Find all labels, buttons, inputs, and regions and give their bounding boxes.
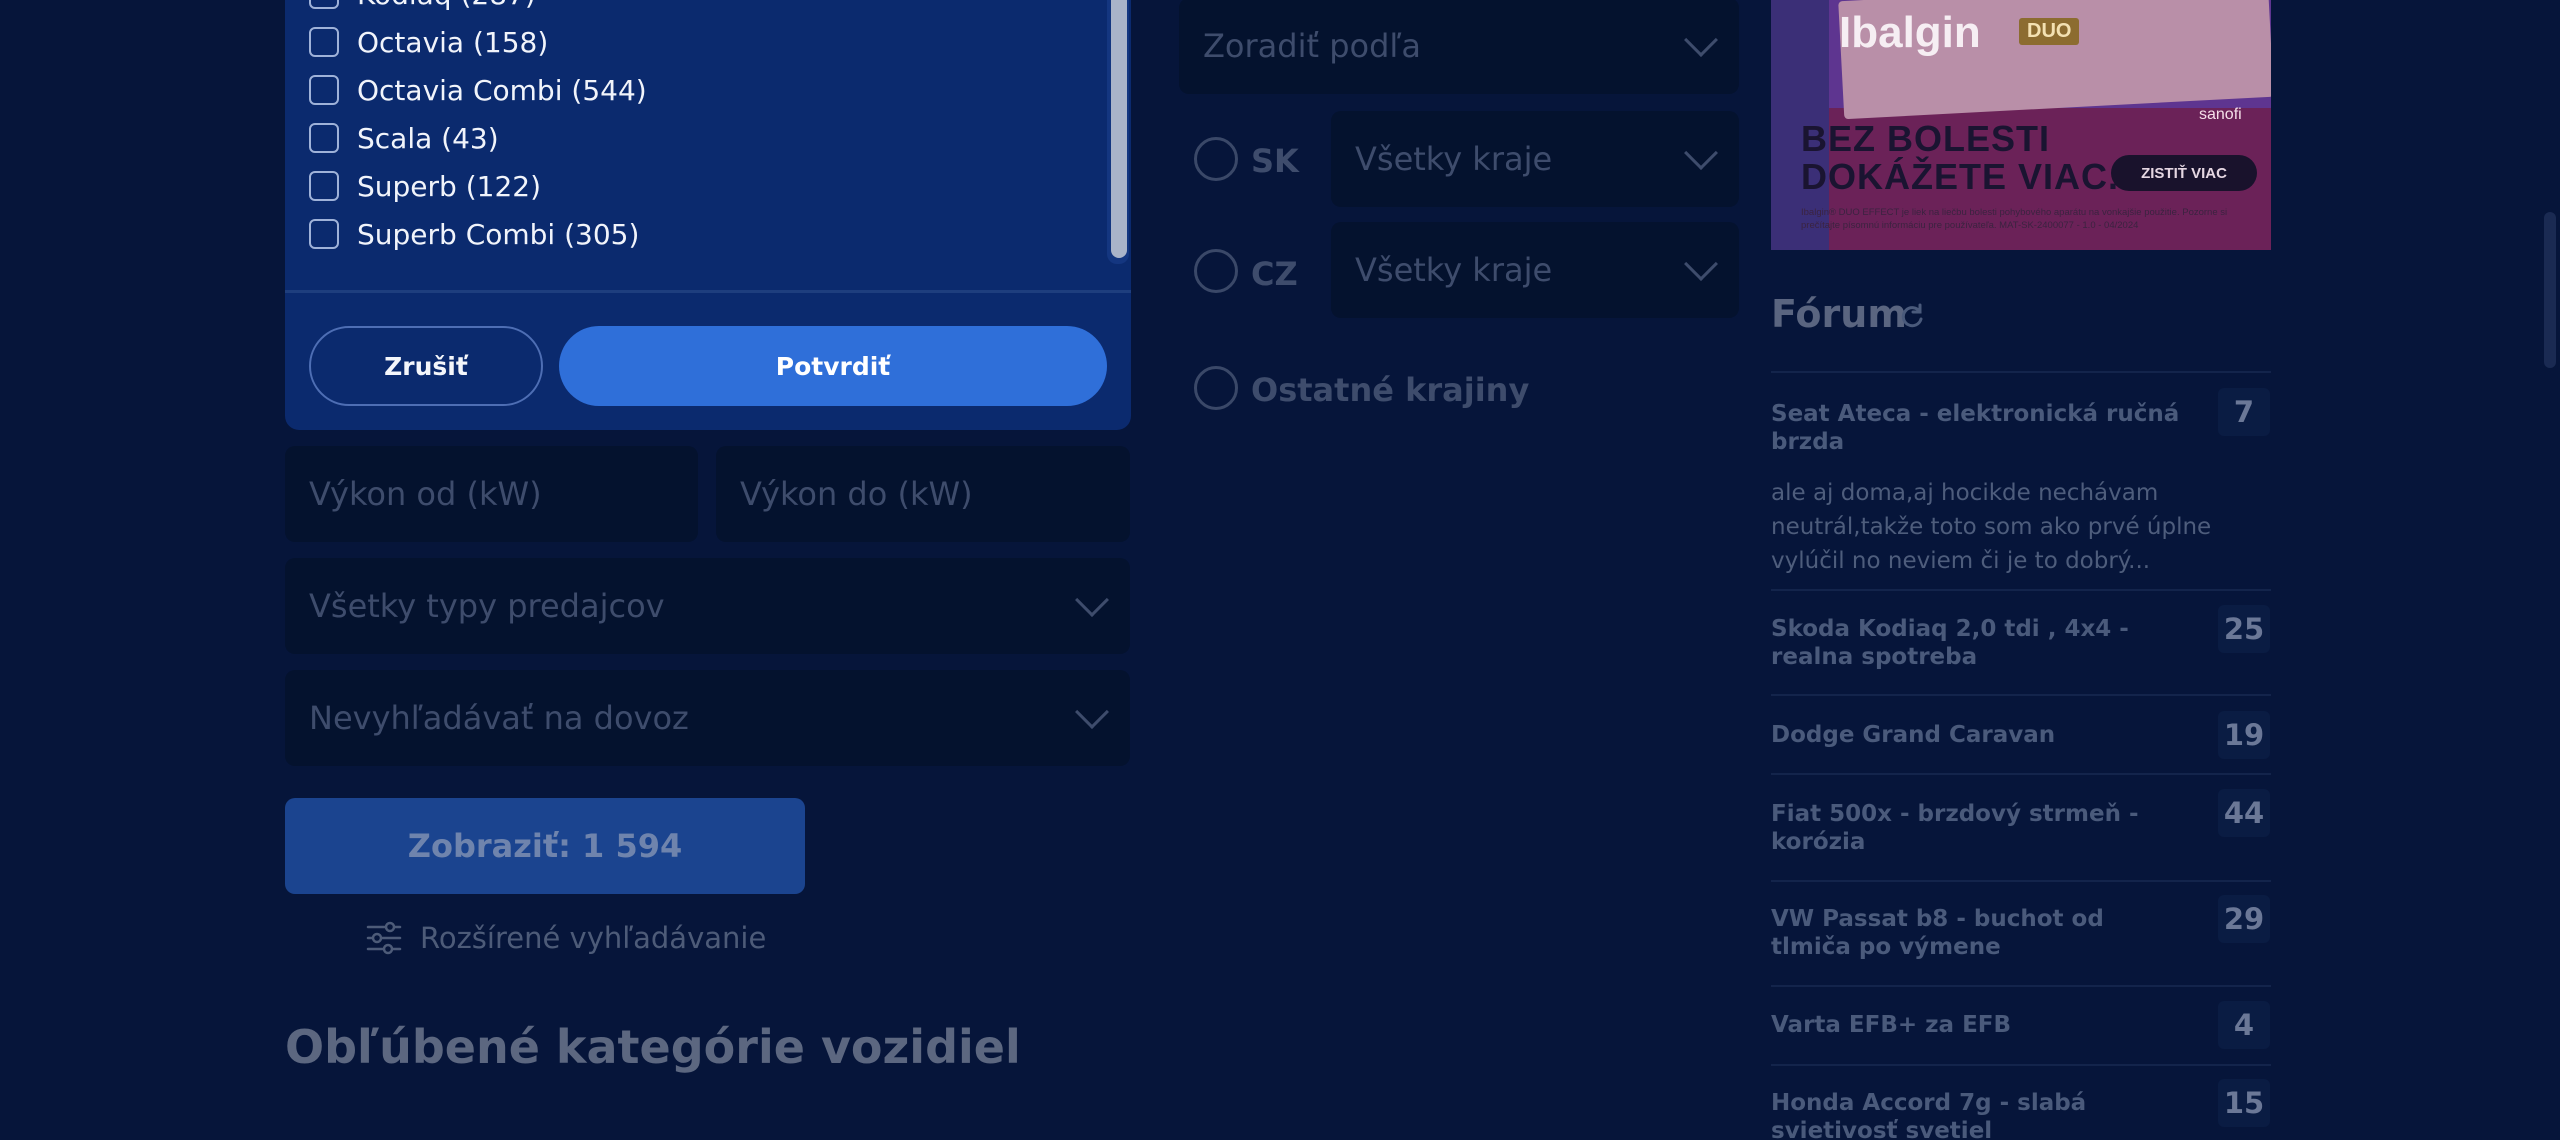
checkbox[interactable] (309, 123, 339, 153)
section-title: Obľúbené kategórie vozidiel (285, 1020, 1021, 1074)
forum-topic-snippet: ale aj doma,aj hocikde nechávam neutrál,… (1771, 480, 2212, 574)
model-option-label: Kodiaq (287) (357, 0, 536, 11)
chevron-down-icon (1684, 247, 1718, 281)
ad-banner[interactable]: Ibalgin DUO sanofi BEZ BOLESTI DOKÁŽETE … (1771, 0, 2271, 250)
advanced-search-link[interactable]: Rozšírené vyhľadávanie (366, 918, 766, 958)
checkbox[interactable] (309, 0, 339, 9)
forum-topic-link[interactable]: VW Passat b8 - buchot od tlmiča po výmen… (1771, 905, 2191, 961)
ad-brand-badge: DUO (2019, 18, 2080, 45)
radio-sk-label: SK (1251, 142, 1299, 180)
sort-select[interactable]: Zoradiť podľa (1179, 0, 1739, 94)
ad-brand: Ibalgin (1839, 8, 1981, 57)
model-option[interactable]: Scala (43) (309, 114, 499, 162)
divider (1771, 880, 2271, 882)
ad-headline-2: DOKÁŽETE VIAC. (1801, 156, 2120, 197)
forum-title: Fórum (1771, 292, 1907, 336)
divider (1771, 371, 2271, 373)
divider (1771, 1064, 2271, 1066)
forum-topic-count: 4 (2218, 1001, 2270, 1049)
model-option-label: Octavia (158) (357, 25, 549, 59)
page: Kodiaq (287) Octavia (158) Octavia Combi… (0, 0, 2560, 1140)
forum-topic-count: 25 (2218, 605, 2270, 653)
forum-topic-count: 15 (2218, 1079, 2270, 1127)
model-option[interactable]: Superb (122) (309, 162, 541, 210)
chevron-down-icon (1075, 695, 1109, 729)
forum-topic-link[interactable]: Varta EFB+ za EFB (1771, 1011, 2191, 1039)
model-option[interactable]: Superb Combi (305) (309, 210, 639, 258)
forum-topic-link[interactable]: Seat Ateca - elektronická ručná brzda (1771, 400, 2191, 456)
cancel-button[interactable]: Zrušiť (309, 326, 543, 406)
checkbox[interactable] (309, 27, 339, 57)
sliders-icon (366, 921, 402, 955)
model-option[interactable]: Octavia Combi (544) (309, 66, 647, 114)
forum-topic-count: 29 (2218, 895, 2270, 943)
cz-region-value: Všetky kraje (1355, 251, 1553, 289)
sort-value: Zoradiť podľa (1203, 27, 1421, 65)
show-results-button[interactable]: Zobraziť: 1 594 (285, 798, 805, 894)
chevron-down-icon (1075, 583, 1109, 617)
ad-cta-button[interactable]: ZISTIŤ VIAC (2111, 155, 2257, 191)
radio-sk[interactable] (1194, 137, 1238, 181)
radio-cz-label: CZ (1251, 255, 1298, 293)
divider (1771, 773, 2271, 775)
cz-region-select[interactable]: Všetky kraje (1331, 222, 1739, 318)
forum-topic-count: 7 (2218, 388, 2270, 436)
chevron-down-icon (1684, 136, 1718, 170)
model-option[interactable]: Octavia (158) (309, 18, 548, 66)
forum-topic-link[interactable]: Honda Accord 7g - slabá svietivosť sveti… (1771, 1089, 2191, 1140)
sk-region-select[interactable]: Všetky kraje (1331, 111, 1739, 207)
divider (1771, 694, 2271, 696)
model-option-label: Superb (122) (357, 169, 541, 203)
ad-headline-1: BEZ BOLESTI (1801, 118, 2051, 159)
confirm-button[interactable]: Potvrdiť (559, 326, 1107, 406)
refresh-icon[interactable] (1898, 302, 1926, 330)
model-option-label: Octavia Combi (544) (357, 73, 647, 107)
forum-topic-link[interactable]: Fiat 500x - brzdový strmeň - korózia (1771, 800, 2191, 856)
checkbox[interactable] (309, 171, 339, 201)
model-list-scrollbar-thumb[interactable] (1111, 0, 1127, 258)
power-to-input[interactable]: Výkon do (kW) (716, 446, 1130, 542)
page-scrollbar-thumb[interactable] (2544, 212, 2556, 368)
forum-topic-count: 44 (2218, 789, 2270, 837)
import-value: Nevyhľadávať na dovoz (309, 699, 689, 737)
forum-topic-link[interactable]: Skoda Kodiaq 2,0 tdi , 4x4 - realna spot… (1771, 615, 2191, 671)
radio-other-countries-label: Ostatné krajiny (1251, 371, 1530, 409)
radio-other-countries[interactable] (1194, 366, 1238, 410)
seller-type-select[interactable]: Všetky typy predajcov (285, 558, 1130, 654)
ad-fine-print: Ibalgin® DUO EFFECT je liek na liečbu bo… (1801, 207, 2228, 231)
radio-cz[interactable] (1194, 249, 1238, 293)
chevron-down-icon (1684, 23, 1718, 57)
seller-type-value: Všetky typy predajcov (309, 587, 665, 625)
divider (1771, 985, 2271, 987)
import-select[interactable]: Nevyhľadávať na dovoz (285, 670, 1130, 766)
forum-topic-count: 19 (2218, 711, 2270, 759)
model-option-label: Superb Combi (305) (357, 217, 640, 251)
divider (1771, 589, 2271, 591)
model-option[interactable]: Kodiaq (287) (309, 0, 536, 18)
checkbox[interactable] (309, 75, 339, 105)
forum-topic-link[interactable]: Dodge Grand Caravan (1771, 721, 2191, 749)
model-dropdown-panel: Kodiaq (287) Octavia (158) Octavia Combi… (285, 0, 1131, 430)
power-from-input[interactable]: Výkon od (kW) (285, 446, 698, 542)
divider (285, 290, 1131, 293)
ad-maker: sanofi (2199, 106, 2242, 123)
advanced-search-label: Rozšírené vyhľadávanie (420, 921, 767, 955)
model-list: Kodiaq (287) Octavia (158) Octavia Combi… (285, 0, 1131, 290)
checkbox[interactable] (309, 219, 339, 249)
sk-region-value: Všetky kraje (1355, 140, 1553, 178)
model-option-label: Scala (43) (357, 121, 499, 155)
